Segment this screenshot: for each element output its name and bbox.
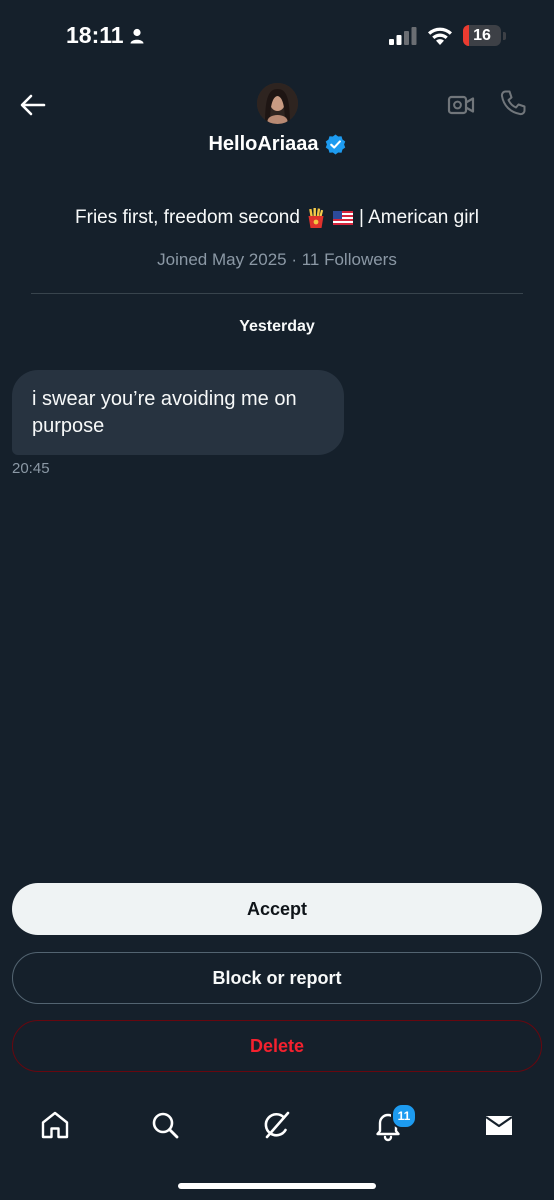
arrow-left-icon[interactable] <box>18 90 48 120</box>
battery-body: 16 <box>463 25 501 46</box>
accept-button[interactable]: Accept <box>12 883 542 935</box>
delete-button[interactable]: Delete <box>12 1020 542 1072</box>
bio-text-end: | American girl <box>358 207 479 228</box>
avatar-image <box>257 83 298 124</box>
message-text: i swear you’re avoiding me on purpose <box>32 388 297 437</box>
phone-icon[interactable] <box>498 88 528 118</box>
profile-bio: Fries first, freedom second | American g… <box>0 207 554 229</box>
message-bubble[interactable]: i swear you’re avoiding me on purpose <box>12 370 344 455</box>
fries-emoji-icon <box>308 208 324 228</box>
person-icon <box>130 28 144 43</box>
status-time-text: 18:11 <box>66 22 124 48</box>
wifi-icon <box>428 27 452 45</box>
us-flag-emoji-icon <box>332 211 353 225</box>
home-icon[interactable] <box>38 1108 72 1142</box>
profile-name: HelloAriaaa <box>208 133 319 155</box>
delete-button-label: Delete <box>249 1035 305 1056</box>
divider <box>31 293 523 294</box>
block-or-report-button[interactable]: Block or report <box>12 952 542 1004</box>
search-icon[interactable] <box>148 1108 182 1142</box>
cellular-signal-icon <box>389 26 417 45</box>
video-camera-icon[interactable] <box>446 90 476 120</box>
home-indicator[interactable] <box>178 1183 376 1189</box>
date-separator: Yesterday <box>239 318 315 335</box>
battery-level-fill <box>463 25 470 46</box>
notification-badge: 11 <box>391 1103 417 1129</box>
battery-percent: 16 <box>473 26 491 44</box>
battery-indicator: 16 <box>463 25 506 46</box>
battery-cap <box>503 31 506 40</box>
messages-icon[interactable] <box>482 1108 516 1142</box>
grok-icon[interactable] <box>260 1108 294 1142</box>
status-indicators: 16 <box>389 25 506 46</box>
block-button-label: Block or report <box>212 967 342 988</box>
accept-button-label: Accept <box>246 898 308 919</box>
status-time: 18:11 <box>66 22 144 49</box>
bio-text-start: Fries first, freedom second <box>75 207 300 228</box>
verified-badge-icon <box>325 134 345 155</box>
avatar[interactable] <box>257 83 298 124</box>
message-timestamp: 20:45 <box>12 460 50 477</box>
profile-meta: Joined May 2025 · 11 Followers <box>157 250 397 269</box>
profile-name-row: HelloAriaaa <box>0 133 554 156</box>
